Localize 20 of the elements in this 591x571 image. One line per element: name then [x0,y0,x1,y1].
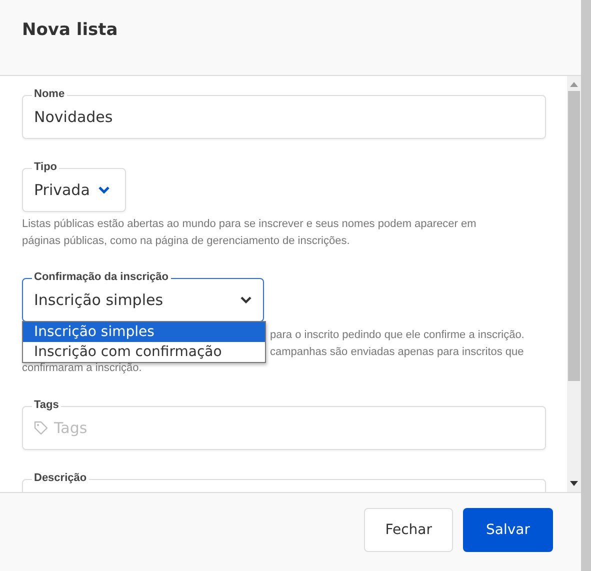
scroll-down-icon[interactable] [570,481,578,486]
help-text: campanhas são enviadas apenas para inscritos que [270,346,524,358]
chevron-down-icon [98,186,110,194]
chevron-down-icon [240,296,252,304]
help-text: Listas públicas estão abertas ao mundo para se inscrever e seus nomes podem aparecer em [22,218,476,230]
help-text: páginas públicas, como na página de gerenciamento de inscrições. [22,234,350,246]
type-select[interactable]: Tipo Privada [22,161,126,212]
scroll-up-icon[interactable] [570,82,578,87]
name-field[interactable]: Nome Novidades [22,88,546,139]
tags-field[interactable]: Tags Tags [22,398,546,450]
dropdown-option[interactable]: Inscrição simples [23,322,265,342]
scrollbar[interactable] [567,76,581,492]
page-scrollbar[interactable] [581,0,591,571]
help-text: confirmaram a inscrição. [22,362,142,374]
dropdown-option[interactable]: Inscrição com confirmação [23,342,265,362]
help-text: para o inscrito pedindo que ele confirme a inscrição. [270,329,524,341]
save-button[interactable]: Salvar [463,508,553,552]
close-button[interactable]: Fechar [364,508,454,552]
dialog-title: Nova lista [22,20,118,40]
tag-icon [34,420,48,434]
